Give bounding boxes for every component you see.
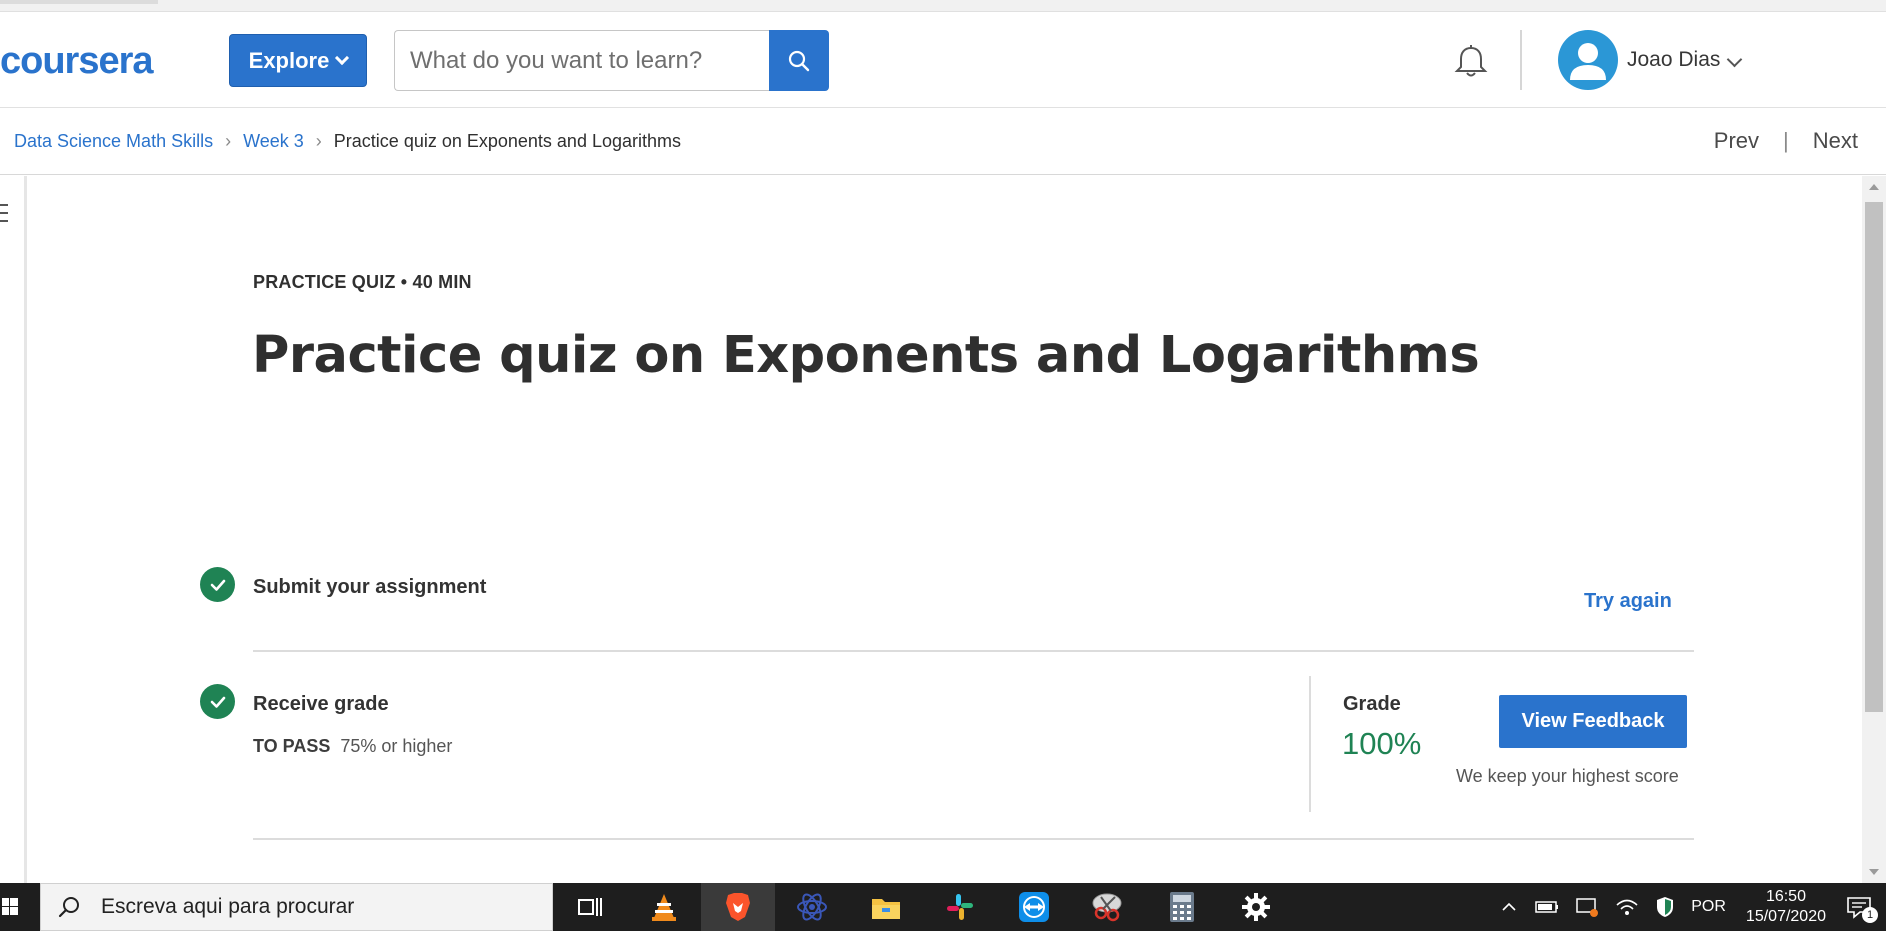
user-icon xyxy=(1570,43,1606,80)
breadcrumb-current: Practice quiz on Exponents and Logarithm… xyxy=(333,131,681,151)
battery-icon[interactable] xyxy=(1533,899,1559,915)
taskbar-search-box[interactable]: Escreva aqui para procurar xyxy=(40,883,553,931)
prev-next-nav: Prev | Next xyxy=(1714,128,1858,154)
search-input[interactable] xyxy=(394,30,770,91)
explore-button[interactable]: Explore xyxy=(229,34,367,87)
brave-icon[interactable] xyxy=(701,883,775,931)
breadcrumb-course[interactable]: Data Science Math Skills xyxy=(14,131,213,152)
windows-taskbar: Escreva aqui para procurar POR 16:50 15/… xyxy=(0,883,1886,931)
taskbar-search-placeholder: Escreva aqui para procurar xyxy=(101,895,355,918)
snipping-tool-icon[interactable] xyxy=(1071,883,1145,931)
browser-top-strip xyxy=(0,0,1886,12)
breadcrumb-week[interactable]: Week 3 xyxy=(243,131,304,152)
browser-tab[interactable] xyxy=(0,0,158,4)
check-circle-icon xyxy=(200,567,235,602)
calculator-icon[interactable] xyxy=(1145,883,1219,931)
wifi-icon[interactable] xyxy=(1615,897,1639,917)
system-tray: POR 16:50 15/07/2020 1 xyxy=(1493,883,1886,931)
submit-assignment-label: Submit your assignment xyxy=(253,576,487,598)
to-pass-label: TO PASS xyxy=(253,736,331,756)
scrollbar-thumb[interactable] xyxy=(1865,202,1883,712)
receive-grade-label: Receive grade xyxy=(253,693,389,715)
header-divider xyxy=(1520,30,1522,90)
vertical-divider xyxy=(1309,676,1311,812)
chevron-down-icon[interactable] xyxy=(1726,51,1743,68)
search-icon xyxy=(58,897,79,918)
quiz-content: PRACTICE QUIZ • 40 MIN Practice quiz on … xyxy=(27,176,1862,883)
nav-separator: | xyxy=(1783,128,1789,153)
page-title: Practice quiz on Exponents and Logarithm… xyxy=(252,326,1480,385)
menu-icon[interactable] xyxy=(0,204,8,228)
view-feedback-button[interactable]: View Feedback xyxy=(1499,695,1687,748)
highest-score-note: We keep your highest score xyxy=(1456,766,1679,786)
explore-label: Explore xyxy=(248,47,330,73)
slack-icon[interactable] xyxy=(923,883,997,931)
coursera-logo[interactable]: coursera xyxy=(0,40,154,83)
atom-icon[interactable] xyxy=(775,883,849,931)
chevron-right-icon: › xyxy=(225,131,232,151)
pass-requirement: TO PASS 75% or higher xyxy=(253,736,452,757)
breadcrumb: Data Science Math Skills › Week 3 › Prac… xyxy=(14,131,681,152)
notifications-bell-icon[interactable] xyxy=(1451,42,1491,82)
to-pass-value: 75% or higher xyxy=(340,736,453,756)
scroll-down-icon[interactable] xyxy=(1869,869,1879,875)
display-icon[interactable] xyxy=(1575,896,1599,918)
site-header: coursera Explore Joao Dias xyxy=(0,12,1886,108)
chevron-right-icon: › xyxy=(315,131,322,151)
file-explorer-icon[interactable] xyxy=(849,883,923,931)
quiz-eyebrow: PRACTICE QUIZ • 40 MIN xyxy=(253,272,472,292)
divider xyxy=(253,650,1694,652)
settings-icon[interactable] xyxy=(1219,883,1293,931)
clock-time: 16:50 xyxy=(1765,888,1806,905)
chevron-down-icon xyxy=(335,50,350,65)
search-button[interactable] xyxy=(769,30,829,91)
next-link[interactable]: Next xyxy=(1813,128,1858,154)
notifications-icon[interactable]: 1 xyxy=(1846,895,1878,923)
notification-count-badge: 1 xyxy=(1862,907,1878,923)
sidebar-collapsed xyxy=(0,176,27,883)
prev-link[interactable]: Prev xyxy=(1714,128,1759,154)
user-name[interactable]: Joao Dias xyxy=(1627,48,1720,72)
avatar[interactable] xyxy=(1558,30,1618,90)
divider xyxy=(253,838,1694,840)
breadcrumb-bar: Data Science Math Skills › Week 3 › Prac… xyxy=(0,109,1886,175)
try-again-button[interactable]: Try again xyxy=(1584,590,1672,613)
scroll-up-icon[interactable] xyxy=(1869,184,1879,190)
check-circle-icon xyxy=(200,684,235,719)
teamviewer-icon[interactable] xyxy=(997,883,1071,931)
clock-date: 15/07/2020 xyxy=(1745,908,1826,925)
task-view-icon[interactable] xyxy=(553,883,627,931)
vertical-scrollbar[interactable] xyxy=(1862,176,1886,883)
clock[interactable]: 16:50 15/07/2020 xyxy=(1746,887,1826,927)
search-icon xyxy=(788,50,810,71)
security-shield-icon[interactable] xyxy=(1655,896,1675,918)
chevron-up-icon[interactable] xyxy=(1501,902,1517,912)
vlc-icon[interactable] xyxy=(627,883,701,931)
windows-start-icon[interactable] xyxy=(0,883,36,931)
grade-label: Grade xyxy=(1343,693,1401,715)
grade-value: 100% xyxy=(1342,726,1422,761)
language-indicator[interactable]: POR xyxy=(1691,898,1726,916)
